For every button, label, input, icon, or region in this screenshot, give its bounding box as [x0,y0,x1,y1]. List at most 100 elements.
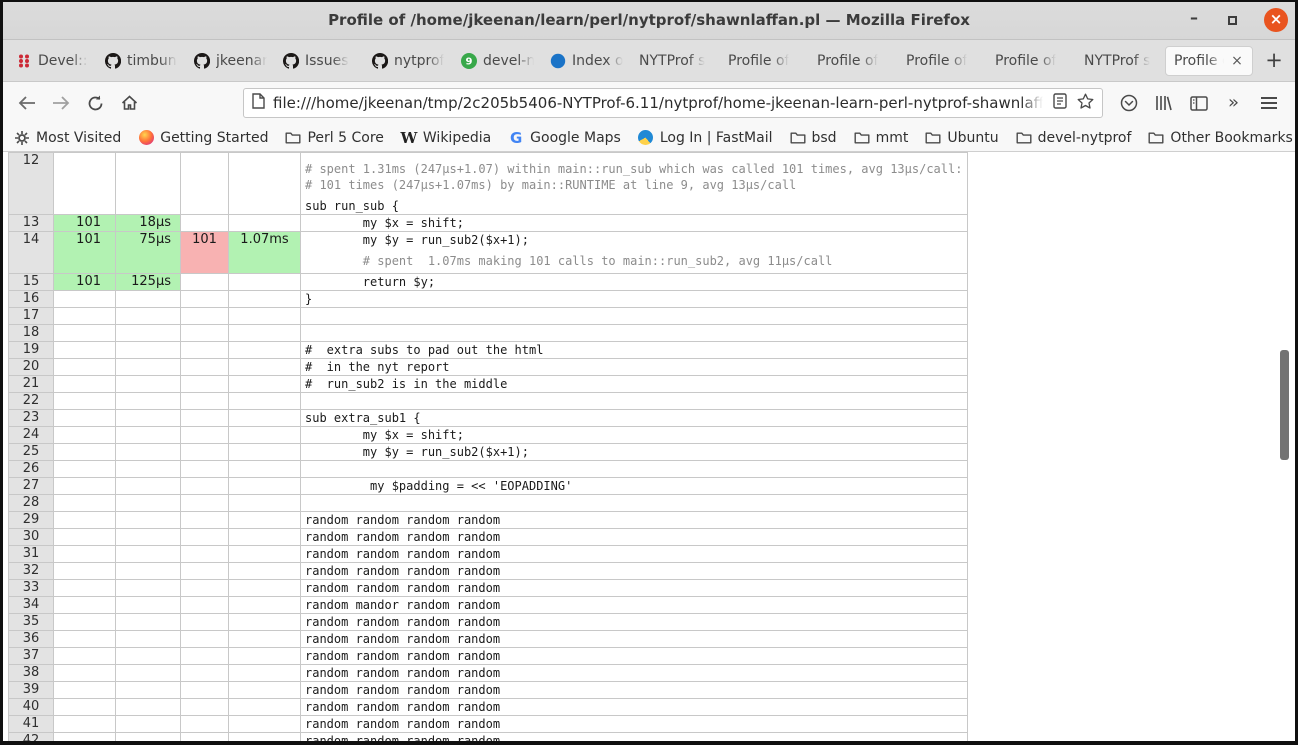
browser-tab[interactable]: 9devel-n [453,40,542,82]
bookmark-item[interactable]: Getting Started [138,130,268,146]
browser-tab[interactable]: NYTProf s [631,40,720,82]
statements-cell: 101 [54,274,116,291]
browser-tab[interactable]: Profile of [898,40,987,82]
table-row: 36 random random random random [9,631,968,648]
bookmark-star-icon[interactable] [1077,93,1094,113]
code-cell: random random random random [301,631,968,648]
time-in-subs-cell [229,427,301,444]
code-cell: random random random random [301,733,968,742]
line-number: 31 [9,546,54,563]
calls-cell [181,410,229,427]
calls-cell [181,699,229,716]
source-code-line: random random random random [305,631,967,647]
bookmark-item[interactable]: W Wikipedia [401,130,491,146]
table-row: 29 random random random random [9,512,968,529]
code-cell: # extra subs to pad out the html [301,342,968,359]
maximize-button[interactable] [1228,16,1237,25]
browser-tab[interactable]: Profile of [720,40,809,82]
browser-tab[interactable]: Issues [275,40,364,82]
code-cell: random random random random [301,665,968,682]
minimize-button[interactable]: – [1187,13,1201,27]
bookmark-item[interactable]: Ubuntu [925,130,998,146]
time-in-subs-cell [229,546,301,563]
tab-label: Devel:: [38,53,88,69]
time-on-line-cell [116,733,181,742]
toolbar-right-icons: » [1111,88,1286,118]
bookmark-item[interactable]: Most Visited [14,130,121,146]
close-tab-icon[interactable]: × [1230,53,1244,69]
reader-mode-icon[interactable] [1053,93,1067,113]
bookmark-item[interactable]: devel-nytprof [1016,130,1132,146]
menu-hamburger-icon[interactable] [1251,88,1286,118]
reload-button[interactable] [78,88,112,118]
browser-tab[interactable]: jkeenan [186,40,275,82]
source-code-line: random random random random [305,716,967,732]
calls-cell: 101 [181,232,229,274]
table-row: 35 random random random random [9,614,968,631]
browser-tab[interactable]: timbun [97,40,186,82]
close-button[interactable]: × [1264,8,1288,32]
line-number: 39 [9,682,54,699]
vertical-scrollbar-thumb[interactable] [1280,350,1289,460]
browser-tab[interactable]: NYTProf s [1076,40,1165,82]
tab-label: Index o [572,53,623,69]
time-in-subs-cell [229,699,301,716]
calls-cell [181,563,229,580]
bookmark-item[interactable]: mmt [854,130,909,146]
new-tab-button[interactable]: + [1259,46,1289,76]
code-cell: my $padding = << 'EOPADDING' [301,478,968,495]
bookmark-item[interactable]: Log In | FastMail [638,130,773,146]
other-bookmarks-folder[interactable]: Other Bookmarks [1148,130,1292,146]
window-controls: – × [1187,0,1288,40]
bookmark-item[interactable]: Perl 5 Core [285,130,383,146]
url-text[interactable]: file:///home/jkeenan/tmp/2c205b5406-NYTP… [273,94,1043,112]
time-on-line-cell [116,648,181,665]
table-row: 27 my $padding = << 'EOPADDING' [9,478,968,495]
time-in-subs-cell [229,153,301,215]
time-on-line-cell [116,495,181,512]
statements-cell [54,393,116,410]
back-button[interactable] [10,88,44,118]
github-icon [372,53,388,69]
calls-cell [181,291,229,308]
line-number: 26 [9,461,54,478]
statements-cell [54,410,116,427]
overflow-chevrons-icon[interactable]: » [1216,88,1251,118]
home-button[interactable] [112,88,146,118]
statements-cell [54,325,116,342]
code-cell: my $x = shift; [301,427,968,444]
time-on-line-cell: 75µs [116,232,181,274]
calls-cell [181,427,229,444]
calls-cell [181,308,229,325]
browser-tab[interactable]: nytprof [364,40,453,82]
statements-cell [54,716,116,733]
browser-tab[interactable]: Devel:: [8,40,97,82]
time-in-subs-cell [229,682,301,699]
tab-label: NYTProf s [1084,53,1150,69]
forward-button[interactable] [44,88,78,118]
bookmark-item[interactable]: bsd [790,130,837,146]
time-on-line-cell [116,325,181,342]
table-row: 38 random random random random [9,665,968,682]
table-row: 30 random random random random [9,529,968,546]
browser-tab[interactable]: Profile o × [1165,46,1253,76]
pocket-icon[interactable] [1111,88,1146,118]
bookmark-item[interactable]: G Google Maps [508,130,621,146]
code-cell [301,495,968,512]
library-icon[interactable] [1146,88,1181,118]
profile-table: 12 # spent 1.31ms (247µs+1.07) within ma… [8,152,968,741]
time-on-line-cell [116,342,181,359]
browser-tab[interactable]: Profile of [987,40,1076,82]
profiler-comment-line: # spent 1.07ms making 101 calls to main:… [305,253,967,269]
browser-tab[interactable]: Index o [542,40,631,82]
tab-label: NYTProf s [639,53,705,69]
browser-tab[interactable]: Profile of [809,40,898,82]
calls-cell [181,512,229,529]
bookmark-label: Wikipedia [423,130,491,146]
table-row: 28 [9,495,968,512]
sidebar-icon[interactable] [1181,88,1216,118]
statements-cell [54,153,116,215]
code-cell: } [301,291,968,308]
calls-cell [181,733,229,742]
url-bar[interactable]: file:///home/jkeenan/tmp/2c205b5406-NYTP… [243,88,1103,118]
